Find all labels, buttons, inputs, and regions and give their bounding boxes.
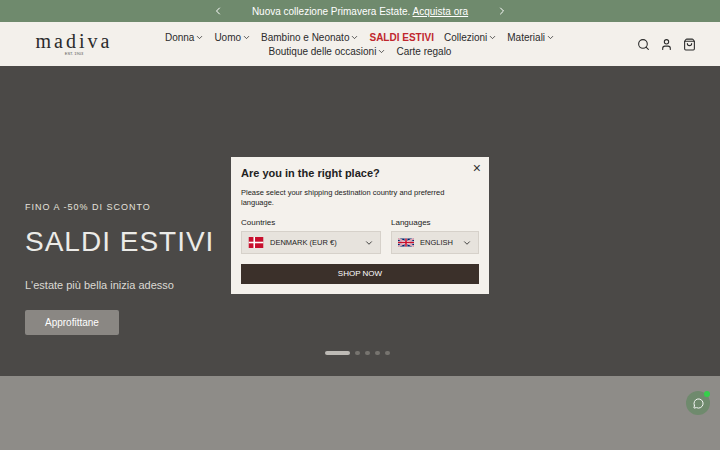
nav-item[interactable]: Donna <box>165 31 204 44</box>
modal-description: Please select your shipping destination … <box>241 188 479 208</box>
nav-item[interactable]: Collezioni <box>444 31 497 44</box>
countries-label: Countries <box>241 218 381 228</box>
modal: ×Are you in the right place? Please selec… <box>231 157 489 294</box>
slide-dot[interactable] <box>385 351 390 355</box>
chevron-down-icon <box>377 47 386 56</box>
nav-item[interactable]: Carte regalo <box>396 45 451 58</box>
shop-now-button[interactable]: SHOP NOW <box>241 264 479 284</box>
chevron-down-icon <box>350 33 359 42</box>
chevron-down-icon <box>488 33 497 42</box>
main-nav: Donna Uomo Bambino e Neonato SALDI ESTIVI Co… <box>160 31 560 58</box>
language-select[interactable]: ENGLISH <box>391 231 479 254</box>
slide-dots <box>325 351 390 355</box>
country-select[interactable]: DENMARK (EUR €) <box>241 231 381 254</box>
header-icons <box>596 38 696 51</box>
languages-label: Languages <box>391 218 479 228</box>
nav-item[interactable]: Uomo <box>214 31 251 44</box>
chevron-down-icon <box>546 33 555 42</box>
logo[interactable]: madivaEST. 1903 <box>24 31 124 57</box>
chevron-down-icon <box>364 238 374 248</box>
chevron-down-icon <box>242 33 251 42</box>
bag-icon[interactable] <box>683 38 696 51</box>
prev-icon[interactable] <box>212 5 224 17</box>
nav-item[interactable]: Bambino e Neonato <box>261 31 359 44</box>
online-dot <box>704 391 710 397</box>
denmark-flag-icon <box>248 237 264 248</box>
uk-flag-icon <box>398 237 414 248</box>
slide-dot[interactable] <box>365 351 370 355</box>
user-icon[interactable] <box>660 38 673 51</box>
announcement-bar: Nuova collezione Primavera Estate. Acqui… <box>0 0 720 22</box>
nav-item[interactable]: Boutique delle occasioni <box>269 45 387 58</box>
announcement-link[interactable]: Acquista ora <box>413 6 469 17</box>
slide-dot[interactable] <box>355 351 360 355</box>
slide-dot[interactable] <box>325 351 350 355</box>
nav-item[interactable]: SALDI ESTIVI <box>369 31 433 44</box>
nav-item[interactable]: Materiali <box>507 31 555 44</box>
slide-dot[interactable] <box>375 351 380 355</box>
chat-button[interactable] <box>686 391 710 415</box>
chevron-down-icon <box>195 33 204 42</box>
page: Nuova collezione Primavera Estate. Acqui… <box>0 0 720 450</box>
hero-button[interactable]: Approfittane <box>25 310 119 335</box>
chat-icon <box>693 398 704 409</box>
next-icon[interactable] <box>496 5 508 17</box>
announcement-text: Nuova collezione Primavera Estate. Acqui… <box>252 4 468 19</box>
header: madivaEST. 1903 Donna Uomo Bambino e Neonat… <box>0 22 720 66</box>
search-icon[interactable] <box>637 38 650 51</box>
close-button[interactable]: × <box>473 161 481 175</box>
modal-title: Are you in the right place? <box>241 166 479 180</box>
chevron-down-icon <box>462 238 472 248</box>
